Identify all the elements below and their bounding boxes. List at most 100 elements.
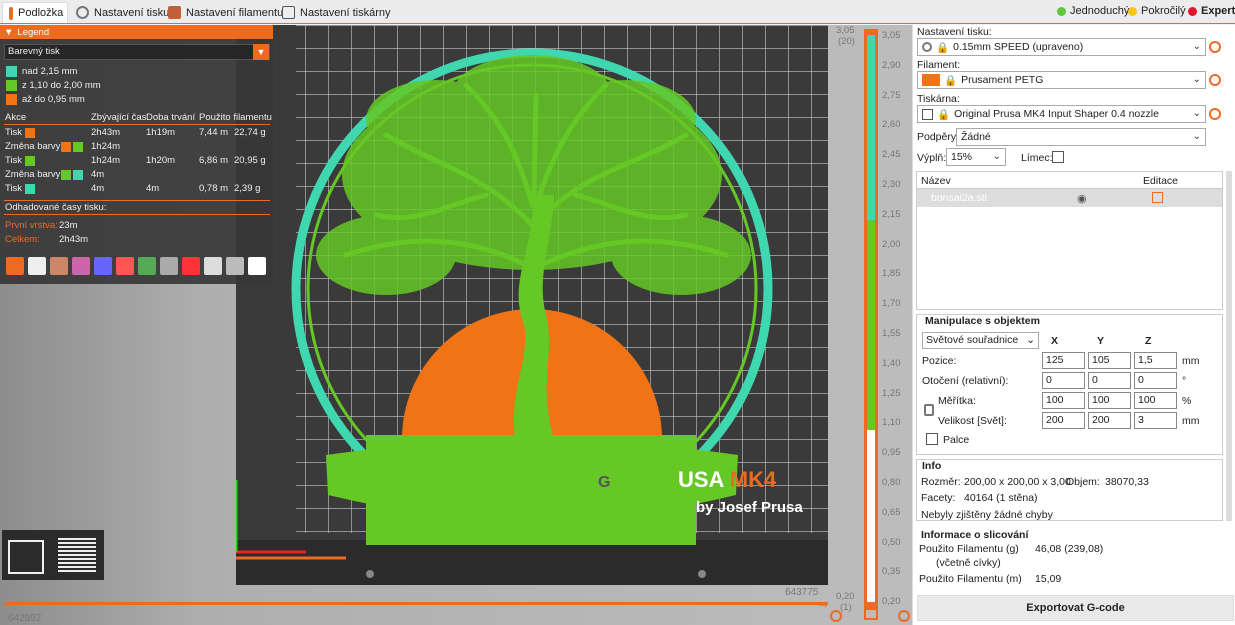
eye-icon[interactable]: ◉ (1077, 192, 1087, 205)
tab-plater[interactable]: Podložka (2, 2, 68, 23)
size-z-input[interactable]: 3 (1134, 412, 1177, 429)
row-remaining: 1h24m (91, 141, 121, 152)
shells-icon[interactable] (226, 257, 244, 275)
gear-icon[interactable] (898, 610, 910, 622)
slider-bottom-value: 0,20 (836, 591, 855, 602)
mode-simple[interactable]: Jednoduchý (1057, 5, 1129, 17)
rotation-z-input[interactable]: 0 (1134, 372, 1177, 389)
row-remaining: 4m (91, 183, 105, 194)
tab-print-settings[interactable]: Nastavení tisku (70, 2, 175, 23)
legend-range: nad 2,15 mm (6, 66, 77, 77)
printer-icon (922, 108, 933, 120)
edit-icon[interactable] (1152, 192, 1163, 203)
seams-icon[interactable] (94, 257, 112, 275)
print-settings-combo[interactable]: 🔒 0.15mm SPEED (upraveno) ⌄ (917, 38, 1206, 56)
tab-printer-settings[interactable]: Nastavení tiskárny (276, 2, 396, 23)
center-of-gravity-icon[interactable] (204, 257, 222, 275)
size-x-input[interactable]: 200 (1042, 412, 1085, 429)
scale-z-input[interactable]: 100 (1134, 392, 1177, 409)
tab-filament-settings[interactable]: Nastavení filamentu (162, 2, 289, 23)
tool-marker-icon[interactable] (248, 257, 266, 275)
printer-combo[interactable]: 🔒 Original Prusa MK4 Input Shaper 0.4 no… (917, 105, 1206, 123)
3d-view-icon[interactable] (8, 540, 44, 574)
col-name: Název (921, 175, 951, 187)
lock-icon[interactable] (864, 608, 878, 620)
position-y-input[interactable]: 105 (1088, 352, 1131, 369)
color-swatch (73, 142, 83, 152)
color-change-icon[interactable] (138, 257, 156, 275)
inches-checkbox[interactable] (926, 433, 938, 445)
rotation-x-input[interactable]: 0 (1042, 372, 1085, 389)
gear-icon[interactable] (1209, 108, 1221, 120)
mode-expert[interactable]: Expert (1188, 5, 1235, 17)
position-x-input[interactable]: 125 (1042, 352, 1085, 369)
tool-change-icon[interactable] (116, 257, 134, 275)
custom-gcode-icon[interactable] (182, 257, 200, 275)
gear-icon[interactable] (1209, 74, 1221, 86)
slider-tick-label: 1,55 (882, 328, 901, 339)
color-swatch (6, 66, 17, 77)
color-swatch (73, 170, 83, 180)
pause-icon[interactable] (160, 257, 178, 275)
chevron-down-icon: ⌄ (1192, 74, 1201, 85)
coordinate-system-select[interactable]: Světové souřadnice ⌄ (922, 332, 1039, 349)
lock-icon: 🔒 (944, 74, 958, 87)
errors-text: Nebyly zjištěny žádné chyby (921, 509, 1053, 521)
row-remaining: 4m (91, 169, 105, 180)
hslider-left-thumb[interactable]: ← (0, 595, 14, 611)
manipulation-panel: Manipulace s objektem Světové souřadnice… (916, 314, 1223, 455)
supports-combo[interactable]: Žádné ⌄ (956, 128, 1206, 146)
row-remaining: 1h24m (91, 155, 121, 166)
export-gcode-button[interactable]: Exportovat G-code (917, 595, 1234, 621)
move-slider[interactable]: ← → 642992 643775 (0, 583, 830, 625)
legend-panel: ▼ Legend Barevný tisk ▼ nad 2,15 mm z 1,10… (0, 25, 273, 284)
print-bed: USA MK4 by Josef Prusa G (236, 25, 828, 585)
row-action: Změna barvy (5, 169, 61, 180)
rotation-y-input[interactable]: 0 (1088, 372, 1131, 389)
filament-g-label: Použito Filamentu (g) (919, 543, 1019, 555)
scale-x-input[interactable]: 100 (1042, 392, 1085, 409)
filament-combo[interactable]: 🔒 Prusament PETG ⌄ (917, 71, 1206, 89)
mode-advanced[interactable]: Pokročilý (1128, 5, 1186, 17)
travel-icon[interactable] (6, 257, 24, 275)
volume-value: 38070,33 (1105, 476, 1149, 488)
list-item[interactable]: bonsai2a.stl ◉ (917, 189, 1222, 207)
wipe-icon[interactable] (28, 257, 46, 275)
undo-icon[interactable] (830, 610, 842, 622)
y-axis-label: Y (1097, 335, 1105, 347)
inches-label: Palce (943, 434, 970, 446)
preview-layers-icon[interactable] (58, 538, 96, 574)
first-layer-label: První vrstva: (5, 220, 58, 231)
position-z-input[interactable]: 1,5 (1134, 352, 1177, 369)
gear-icon[interactable] (1209, 41, 1221, 53)
slider-tick-label: 2,75 (882, 89, 901, 101)
slice-info-panel: Informace o slicování Použito Filamentu … (916, 525, 1223, 591)
scale-y-input[interactable]: 100 (1088, 392, 1131, 409)
size-y-input[interactable]: 200 (1088, 412, 1131, 429)
row-action: Změna barvy (5, 141, 61, 152)
legend-header[interactable]: ▼ Legend (0, 25, 273, 39)
slider-bottom-layer: (1) (840, 602, 852, 613)
collapse-arrow-icon: ▼ (4, 26, 14, 38)
chevron-down-icon: ⌄ (1192, 41, 1201, 52)
lock-icon[interactable] (924, 404, 934, 416)
brim-checkbox[interactable] (1052, 151, 1064, 163)
scrollbar[interactable] (1226, 171, 1232, 521)
retraction-icon[interactable] (50, 257, 68, 275)
gear-icon (922, 42, 932, 52)
tab-filament-settings-label: Nastavení filamentu (186, 6, 284, 19)
deretraction-icon[interactable] (72, 257, 90, 275)
col-action: Akce (5, 112, 27, 123)
size-label: Velikost [Svět]: (938, 415, 1007, 427)
row-duration: 4m (146, 183, 160, 194)
filament-m-value: 15,09 (1035, 573, 1062, 585)
row-duration: 1h20m (146, 155, 176, 166)
color-swatch (25, 184, 35, 194)
hslider-track (6, 602, 828, 605)
bed-render: USA MK4 by Josef Prusa G (236, 25, 828, 585)
layer-slider[interactable]: 3,05 (20) 0,20 (1) 3,05 2,90 2,75 2,60 2,45 2… (828, 25, 912, 625)
filament-m-label: Použito Filamentu (m) (919, 573, 1022, 585)
facets-label: Facety: (921, 492, 956, 504)
view-type-select[interactable]: Barevný tisk ▼ (4, 44, 270, 60)
infill-combo[interactable]: 15% ⌄ (946, 148, 1006, 166)
